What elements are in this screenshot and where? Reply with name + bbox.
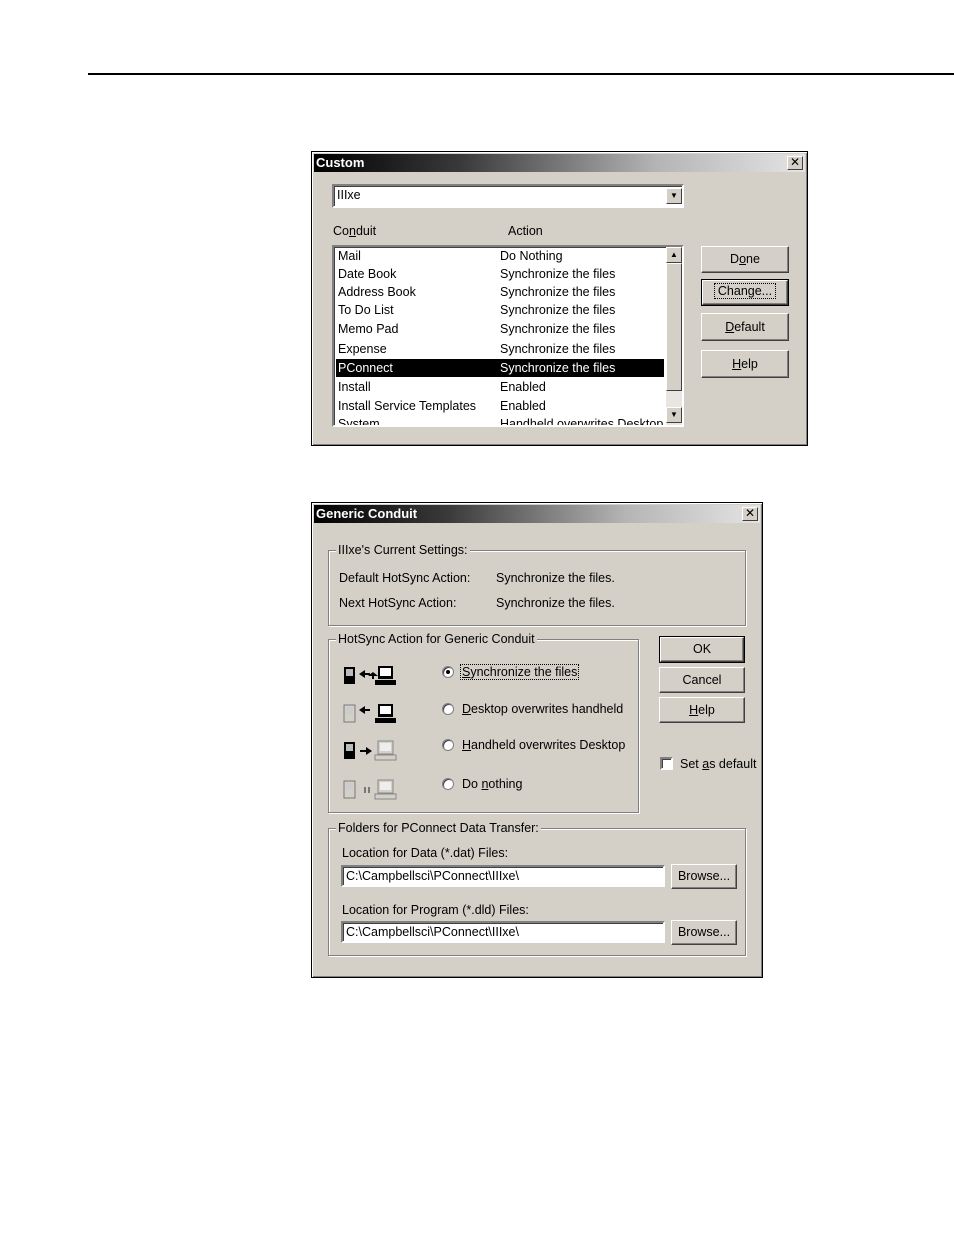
change-button-label: Change... bbox=[713, 283, 777, 299]
chevron-up-icon: ▲ bbox=[670, 250, 678, 259]
done-button[interactable]: Done bbox=[701, 246, 789, 273]
change-button[interactable]: Change... bbox=[701, 279, 789, 306]
data-location-label: Location for Data (*.dat) Files: bbox=[342, 846, 509, 860]
next-action-label: Next HotSync Action: bbox=[339, 596, 457, 610]
custom-title: Custom bbox=[316, 155, 365, 170]
program-location-label: Location for Program (*.dld) Files: bbox=[342, 903, 529, 917]
radio-synchronize[interactable] bbox=[442, 666, 454, 678]
generic-titlebar: Generic Conduit ✕ bbox=[314, 505, 760, 523]
custom-close-button[interactable]: ✕ bbox=[787, 156, 803, 170]
chevron-down-icon: ▼ bbox=[670, 191, 678, 200]
scroll-thumb[interactable] bbox=[666, 263, 682, 391]
data-browse-button[interactable]: Browse... bbox=[671, 864, 737, 889]
conduit-list[interactable]: Mail Do Nothing Date Book Synchronize the … bbox=[332, 245, 684, 427]
default-action-label: Default HotSync Action: bbox=[339, 571, 471, 585]
list-row-expense[interactable]: Expense Synchronize the files bbox=[336, 340, 664, 358]
radio-desktop-overwrites-label[interactable]: Desktop overwrites handheld bbox=[462, 702, 623, 716]
page-header-rule bbox=[88, 73, 954, 75]
chevron-down-icon: ▼ bbox=[670, 410, 678, 419]
default-button[interactable]: Default bbox=[701, 313, 789, 341]
set-default-label[interactable]: Set as default bbox=[680, 757, 756, 771]
list-row-install-service-templates[interactable]: Install Service Templates Enabled bbox=[336, 397, 664, 415]
radio-synchronize-label[interactable]: Synchronize the files bbox=[460, 664, 580, 680]
ok-button-label: OK bbox=[692, 642, 712, 656]
data-browse-label: Browse... bbox=[677, 869, 731, 883]
cancel-button[interactable]: Cancel bbox=[659, 667, 745, 693]
list-row-system[interactable]: System Handheld overwrites Desktop bbox=[336, 415, 664, 425]
list-row-pconnect-selected[interactable]: PConnect Synchronize the files bbox=[336, 359, 664, 377]
desktop-overwrites-icon bbox=[343, 704, 396, 723]
help-button[interactable]: Help bbox=[701, 350, 789, 378]
radio-desktop-overwrites[interactable] bbox=[442, 703, 454, 715]
current-settings-group bbox=[328, 550, 746, 626]
do-nothing-icon bbox=[343, 779, 397, 800]
list-row-to-do-list[interactable]: To Do List Synchronize the files bbox=[336, 301, 664, 319]
generic-title: Generic Conduit bbox=[316, 506, 418, 521]
list-row-memo-pad[interactable]: Memo Pad Synchronize the files bbox=[336, 320, 664, 338]
close-icon: ✕ bbox=[789, 155, 801, 169]
generic-help-button[interactable]: Help bbox=[659, 697, 745, 723]
custom-titlebar: Custom ✕ bbox=[314, 154, 805, 172]
radio-handheld-overwrites-label[interactable]: Handheld overwrites Desktop bbox=[462, 738, 625, 752]
hotsync-action-label: HotSync Action for Generic Conduit bbox=[336, 632, 537, 646]
list-row-install[interactable]: Install Enabled bbox=[336, 378, 664, 396]
handheld-overwrites-icon bbox=[344, 740, 397, 761]
radio-do-nothing[interactable] bbox=[442, 778, 454, 790]
scroll-up-button[interactable]: ▲ bbox=[666, 247, 682, 263]
list-row-mail[interactable]: Mail Do Nothing bbox=[336, 247, 664, 265]
user-dropdown-value: IIIxe bbox=[337, 188, 361, 202]
current-settings-label: IIIxe's Current Settings: bbox=[336, 543, 470, 557]
program-browse-button[interactable]: Browse... bbox=[671, 920, 737, 945]
radio-handheld-overwrites[interactable] bbox=[442, 739, 454, 751]
generic-close-button[interactable]: ✕ bbox=[742, 507, 758, 521]
default-action-value: Synchronize the files. bbox=[496, 571, 615, 585]
sync-both-icon bbox=[344, 666, 396, 685]
data-location-field[interactable]: C:\Campbellsci\PConnect\IIIxe\ bbox=[341, 865, 665, 887]
scroll-down-button[interactable]: ▼ bbox=[666, 407, 682, 423]
cancel-button-label: Cancel bbox=[682, 673, 722, 687]
folders-group-label: Folders for PConnect Data Transfer: bbox=[336, 821, 541, 835]
radio-do-nothing-label[interactable]: Do nothing bbox=[462, 777, 522, 791]
program-location-field[interactable]: C:\Campbellsci\PConnect\IIIxe\ bbox=[341, 921, 665, 943]
set-default-checkbox[interactable] bbox=[660, 757, 673, 770]
ok-button[interactable]: OK bbox=[659, 636, 745, 663]
list-row-date-book[interactable]: Date Book Synchronize the files bbox=[336, 265, 664, 283]
list-scrollbar[interactable]: ▲ ▼ bbox=[666, 247, 682, 425]
close-icon: ✕ bbox=[744, 506, 756, 520]
conduit-column-header: Conduit bbox=[333, 224, 377, 238]
action-column-header: Action bbox=[508, 224, 543, 238]
list-row-address-book[interactable]: Address Book Synchronize the files bbox=[336, 283, 664, 301]
custom-dialog: Custom ✕ IIIxe ▼ Conduit Action Mail Do N… bbox=[311, 151, 808, 446]
next-action-value: Synchronize the files. bbox=[496, 596, 615, 610]
dropdown-arrow-button[interactable]: ▼ bbox=[666, 188, 682, 204]
program-browse-label: Browse... bbox=[677, 925, 731, 939]
generic-conduit-dialog: Generic Conduit ✕ IIIxe's Current Settin… bbox=[311, 502, 763, 978]
user-dropdown[interactable]: IIIxe ▼ bbox=[332, 184, 684, 208]
